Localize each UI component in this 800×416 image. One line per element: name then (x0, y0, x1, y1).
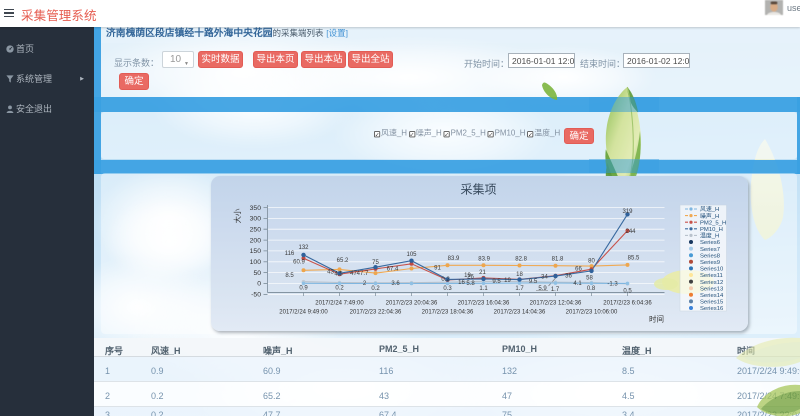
svg-text:0.2: 0.2 (441, 277, 450, 283)
svg-text:5.9: 5.9 (538, 286, 547, 292)
svg-text:Series15: Series15 (700, 299, 724, 305)
svg-text:16: 16 (458, 280, 465, 286)
svg-text:244: 244 (625, 229, 636, 235)
svg-text:Series16: Series16 (700, 306, 724, 312)
svg-text:2017/2/24 9:49:00: 2017/2/24 9:49:00 (279, 309, 328, 315)
svg-text:18: 18 (516, 272, 523, 278)
svg-text:83.9: 83.9 (478, 256, 490, 262)
svg-text:80: 80 (588, 258, 595, 264)
svg-text:2017/2/23 22:04:36: 2017/2/23 22:04:36 (349, 309, 401, 315)
svg-text:350: 350 (249, 204, 261, 211)
svg-text:噪声_H: 噪声_H (700, 211, 719, 219)
svg-text:4.5: 4.5 (334, 271, 343, 277)
svg-text:2017/2/23 18:04:36: 2017/2/23 18:04:36 (421, 309, 473, 315)
svg-text:风速_H: 风速_H (700, 206, 719, 213)
svg-text:2017/2/23 12:04:36: 2017/2/23 12:04:36 (529, 300, 581, 306)
svg-text:-1.3: -1.3 (607, 281, 618, 287)
svg-text:2017/2/23 14:04:36: 2017/2/23 14:04:36 (493, 309, 545, 315)
svg-text:Series6: Series6 (700, 240, 721, 246)
svg-text:1.7: 1.7 (515, 286, 524, 292)
svg-text:0.5: 0.5 (623, 288, 632, 294)
svg-text:36: 36 (565, 273, 572, 279)
svg-text:Series9: Series9 (700, 260, 720, 266)
svg-text:9.5: 9.5 (528, 279, 537, 285)
svg-text:Series13: Series13 (700, 286, 724, 292)
svg-text:75: 75 (372, 260, 379, 266)
svg-text:0.3: 0.3 (443, 286, 452, 292)
svg-text:50: 50 (253, 269, 261, 276)
svg-text:8.5: 8.5 (285, 273, 294, 279)
svg-text:采集项: 采集项 (460, 181, 496, 196)
svg-text:85.5: 85.5 (627, 255, 639, 261)
svg-text:319: 319 (622, 209, 633, 215)
svg-text:9.5: 9.5 (492, 279, 501, 285)
svg-text:5.8: 5.8 (466, 281, 475, 287)
svg-text:2017/2/23 10:06:00: 2017/2/23 10:06:00 (565, 309, 617, 315)
svg-text:1.7: 1.7 (550, 287, 559, 293)
svg-text:4.1: 4.1 (573, 281, 582, 287)
svg-text:PM10_H: PM10_H (700, 227, 723, 233)
svg-text:0: 0 (257, 280, 261, 287)
svg-text:300: 300 (249, 215, 261, 222)
svg-text:82.8: 82.8 (515, 256, 527, 262)
svg-text:60.9: 60.9 (293, 259, 305, 265)
svg-text:2017/2/23 20:04:36: 2017/2/23 20:04:36 (385, 300, 437, 306)
svg-text:34: 34 (541, 274, 548, 280)
svg-text:116: 116 (284, 251, 294, 257)
svg-text:Series10: Series10 (700, 266, 724, 272)
svg-text:67.4: 67.4 (386, 266, 398, 272)
svg-text:2017/2/24 7:49:00: 2017/2/24 7:49:00 (315, 300, 364, 306)
svg-text:0.2: 0.2 (335, 285, 344, 291)
svg-text:1.1: 1.1 (479, 286, 488, 292)
svg-text:66: 66 (575, 266, 582, 272)
svg-text:时间: 时间 (649, 313, 664, 323)
svg-text:200: 200 (249, 237, 261, 244)
svg-text:150: 150 (249, 248, 261, 255)
svg-text:0.9: 0.9 (299, 285, 308, 291)
svg-text:2017/2/23 6:04:36: 2017/2/23 6:04:36 (603, 300, 652, 306)
svg-text:250: 250 (249, 226, 261, 233)
svg-text:Series11: Series11 (700, 273, 723, 279)
svg-text:21: 21 (479, 270, 486, 276)
svg-text:132: 132 (298, 245, 309, 251)
svg-text:0.8: 0.8 (586, 286, 595, 292)
svg-text:Series7: Series7 (700, 246, 720, 252)
svg-text:大小: 大小 (232, 208, 242, 223)
svg-text:65.2: 65.2 (336, 258, 348, 264)
svg-text:19: 19 (504, 278, 511, 284)
svg-text:Series14: Series14 (700, 293, 724, 299)
svg-text:Series8: Series8 (700, 253, 721, 259)
svg-text:83.9: 83.9 (447, 256, 459, 262)
svg-text:105: 105 (406, 252, 417, 258)
svg-text:58: 58 (586, 275, 593, 281)
svg-text:47.7: 47.7 (356, 271, 368, 277)
svg-text:0.2: 0.2 (371, 286, 380, 292)
svg-text:26: 26 (467, 274, 474, 280)
svg-text:PM2_5_H: PM2_5_H (700, 220, 726, 226)
svg-text:温度_H: 温度_H (700, 231, 719, 239)
svg-text:3.6: 3.6 (391, 281, 400, 287)
svg-text:Series12: Series12 (700, 279, 723, 285)
svg-text:91: 91 (434, 265, 441, 271)
svg-text:2017/2/23 16:04:36: 2017/2/23 16:04:36 (457, 300, 509, 306)
svg-text:81.8: 81.8 (551, 256, 563, 262)
svg-text:-50: -50 (251, 291, 261, 298)
svg-text:100: 100 (249, 259, 261, 266)
